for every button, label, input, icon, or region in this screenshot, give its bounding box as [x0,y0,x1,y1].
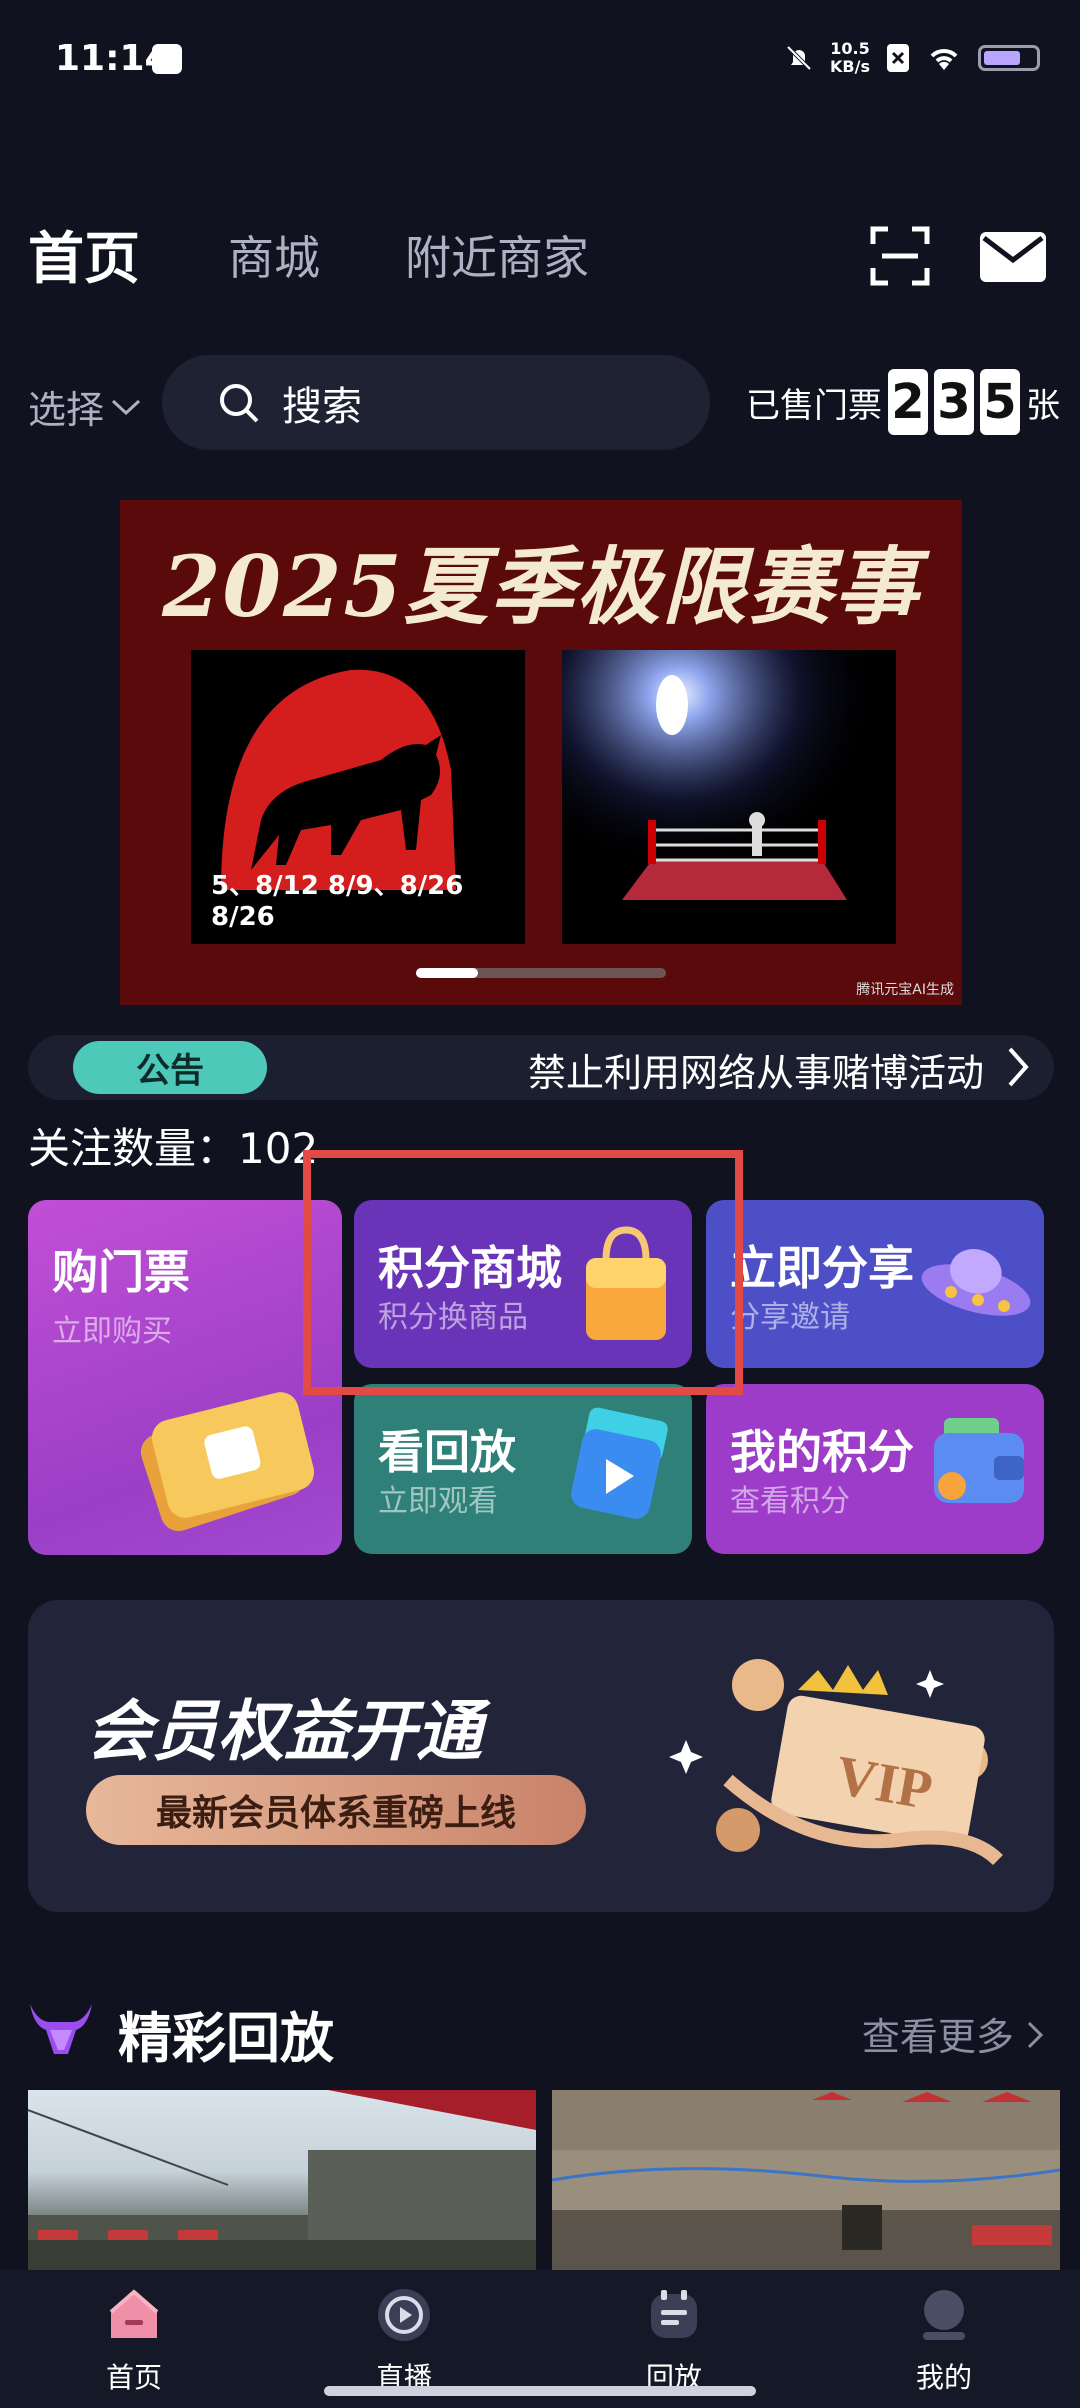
message-notification-icon [152,44,182,74]
status-bar: 11:14 10.5 KB/s [0,0,1080,120]
view-more-link[interactable]: 查看更多 [862,2006,1044,2061]
sim-icon [887,44,909,72]
bull-logo-icon [30,2004,92,2054]
nav-profile[interactable]: 我的 [874,2286,1014,2396]
buy-tickets-card[interactable]: 购门票 立即购买 [28,1200,342,1555]
carousel-indicator [416,968,666,978]
battery-icon [978,45,1040,71]
chevron-right-icon [1008,1047,1029,1087]
home-icon [109,2289,159,2338]
watch-replay-subtitle: 立即观看 [378,1484,498,1519]
vip-card-icon: VIP [669,1659,1003,1866]
speed-unit: KB/s [830,57,870,76]
nav-home[interactable]: 首页 [64,2286,204,2396]
banner-title: 2025夏季极限赛事 [162,537,920,636]
buy-tickets-subtitle: 立即购买 [52,1314,172,1349]
banner-dates: 5、8/12 8/9、8/26 8/26 [211,871,464,932]
vip-membership-banner[interactable]: 会员权益开通 最新会员体系重磅上线 VIP [28,1600,1054,1912]
profile-icon [923,2290,965,2340]
live-play-icon [378,2289,430,2341]
ufo-icon [921,1249,1031,1316]
follow-label: 关注数量： [28,1124,239,1173]
vip-button[interactable]: 最新会员体系重磅上线 [86,1775,586,1845]
replay-thumbnail[interactable] [28,2090,536,2270]
announcement-bar[interactable]: 公告 禁止利用网络从事赌博活动 [28,1035,1054,1100]
boxing-panel [562,650,896,944]
banner-credit: 腾讯元宝AI生成 [856,982,954,998]
bull-panel: 5、8/12 8/9、8/26 8/26 [191,650,525,944]
share-card[interactable]: 立即分享 分享邀请 [706,1200,1044,1368]
select-label: 选择 [28,388,105,432]
tickets-sold-counter: 已售门票 2 3 5 张 [746,369,1060,435]
chevron-down-icon [111,399,141,415]
my-points-card[interactable]: 我的积分 查看积分 [706,1384,1044,1554]
tab-home[interactable]: 首页 [28,214,140,295]
wallet-icon [934,1418,1024,1503]
my-points-subtitle: 查看积分 [730,1484,850,1519]
event-banner[interactable]: 2025夏季极限赛事 5、8/12 8/9、8/26 8/26 腾讯元宝AI生成 [120,500,962,1005]
mail-icon[interactable] [980,232,1046,282]
bottom-navigation: 首页 直播 回放 我的 [0,2270,1080,2408]
chevron-right-icon [1027,2021,1044,2049]
share-subtitle: 分享邀请 [730,1300,850,1335]
scan-icon[interactable] [870,226,930,286]
boxing-ring-icon [562,650,896,944]
replay-icon [651,2290,697,2338]
my-points-title: 我的积分 [730,1425,914,1479]
location-select[interactable]: 选择 [28,379,142,434]
stadium-crowd-image [28,2090,536,2270]
announcement-tag: 公告 [73,1041,267,1094]
share-title: 立即分享 [730,1241,914,1295]
vip-title: 会员权益开通 [86,1693,482,1770]
tickets-sold-digit: 2 [888,369,928,435]
network-speed: 10.5 KB/s [830,40,870,76]
nav-profile-label: 我的 [915,2361,972,2394]
announcement-text: 禁止利用网络从事赌博活动 [528,1051,985,1095]
home-indicator[interactable] [324,2386,756,2396]
search-icon [220,383,259,422]
tickets-sold-label: 已售门票 [746,385,882,426]
nav-replay[interactable]: 回放 [604,2286,744,2396]
highlight-box [303,1150,743,1395]
search-placeholder: 搜索 [282,383,362,430]
tab-nearby-merchants[interactable]: 附近商家 [405,222,589,288]
watch-replay-card[interactable]: 看回放 立即观看 [354,1384,692,1554]
top-navigation: 首页 商城 附近商家 [0,210,1080,300]
tickets-sold-digit: 3 [934,369,974,435]
play-video-icon [571,1407,668,1519]
tickets-sold-digit: 5 [980,369,1020,435]
highlights-section-header: 精彩回放 查看更多 [28,1990,1054,2070]
tickets-sold-unit: 张 [1026,385,1060,426]
ticket-icon [140,1392,315,1532]
nav-live[interactable]: 直播 [334,2286,474,2396]
arena-image [552,2090,1060,2270]
replay-thumbnail[interactable] [552,2090,1060,2270]
buy-tickets-title: 购门票 [52,1245,190,1299]
search-input[interactable]: 搜索 [162,355,710,450]
watch-replay-title: 看回放 [378,1425,516,1479]
mute-icon [786,45,812,71]
highlights-title: 精彩回放 [118,2007,334,2070]
follow-count: 关注数量：102 [28,1115,318,1176]
speed-value: 10.5 [830,39,870,58]
wifi-icon [930,49,958,70]
tab-mall[interactable]: 商城 [228,222,320,288]
view-more-label: 查看更多 [861,2015,1014,2059]
nav-home-label: 首页 [105,2361,162,2394]
